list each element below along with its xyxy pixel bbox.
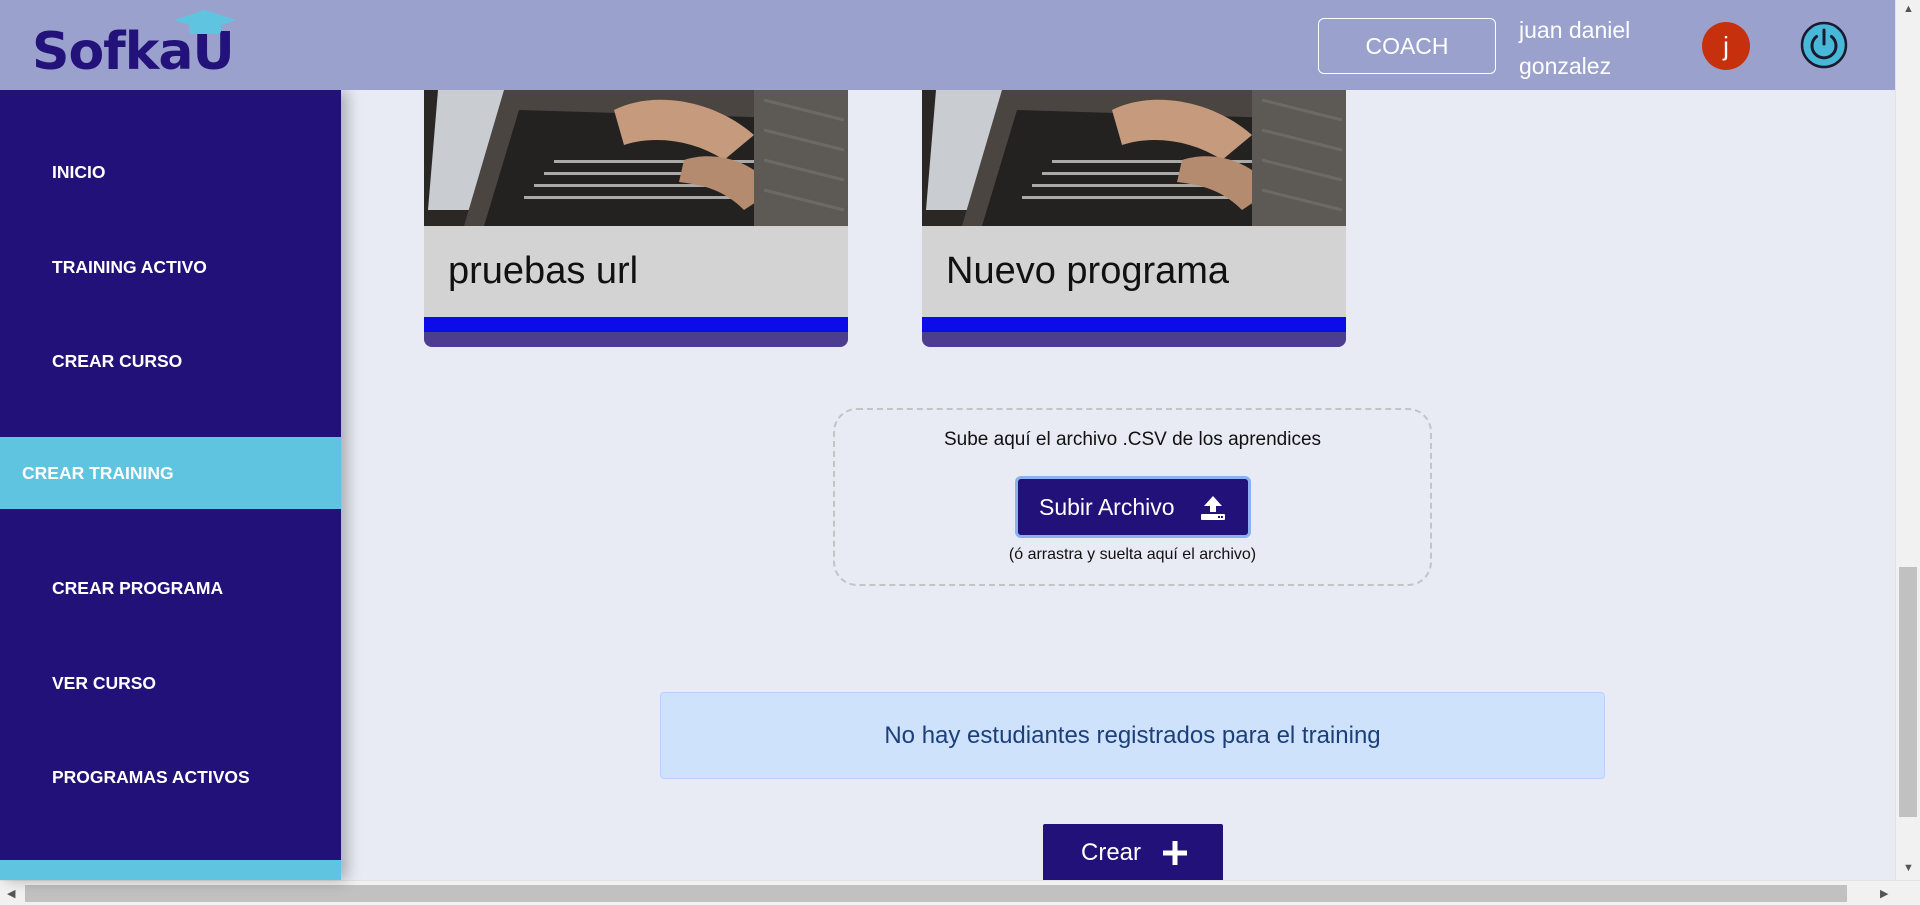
- sidebar-nav: INICIO TRAINING ACTIVO CREAR CURSO CREAR…: [0, 90, 341, 880]
- laptop-typing-image: [424, 90, 848, 226]
- upload-icon: [1201, 496, 1225, 520]
- top-header: SofkaU COACH juan daniel gonzalez j: [0, 0, 1895, 90]
- scroll-right-arrow-icon[interactable]: ▶: [1880, 887, 1888, 900]
- card-footer: [424, 332, 848, 347]
- create-button[interactable]: Crear: [1043, 824, 1223, 882]
- upload-file-button[interactable]: Subir Archivo: [1015, 476, 1251, 538]
- sidebar-item-crear-programa[interactable]: CREAR PROGRAMA: [0, 570, 341, 606]
- card-footer: [922, 332, 1346, 347]
- card-title: pruebas url: [448, 250, 639, 292]
- sidebar-item-inicio[interactable]: INICIO: [0, 154, 341, 190]
- card-title: Nuevo programa: [946, 250, 1230, 292]
- plus-icon: [1163, 841, 1187, 865]
- user-name: juan daniel gonzalez: [1519, 17, 1631, 79]
- sofkau-logo[interactable]: SofkaU: [32, 8, 242, 82]
- horizontal-scrollbar[interactable]: ◀ ▶: [0, 880, 1920, 905]
- scroll-down-arrow-icon[interactable]: ▼: [1903, 862, 1914, 874]
- vertical-scrollbar[interactable]: ▲ ▼: [1895, 0, 1920, 880]
- card-accent-bar: [922, 317, 1346, 332]
- sidebar-item-crear-training[interactable]: CREAR TRAINING: [0, 437, 341, 509]
- scroll-up-arrow-icon[interactable]: ▲: [1903, 3, 1914, 15]
- scroll-left-arrow-icon[interactable]: ◀: [7, 887, 15, 900]
- sidebar-item-crear-curso[interactable]: CREAR CURSO: [0, 343, 341, 379]
- sidebar-item-label: PROGRAMAS ACTIVOS: [52, 766, 250, 787]
- sidebar-item-training-activo[interactable]: TRAINING ACTIVO: [0, 249, 341, 285]
- card-accent-bar: [424, 317, 848, 332]
- coach-role-button[interactable]: COACH: [1318, 18, 1496, 74]
- sidebar-item-ver-curso[interactable]: VER CURSO: [0, 665, 341, 701]
- sidebar-item-label: VER CURSO: [52, 672, 157, 693]
- graduation-cap-icon: [174, 10, 236, 34]
- sidebar-next-item-edge: [0, 860, 341, 880]
- program-card[interactable]: pruebas url: [424, 90, 848, 347]
- program-card[interactable]: Nuevo programa: [922, 90, 1346, 347]
- upload-button-label: Subir Archivo: [1039, 493, 1175, 520]
- dropzone-title: Sube aquí el archivo .CSV de los aprendi…: [943, 429, 1322, 450]
- vertical-scroll-thumb[interactable]: [1899, 567, 1917, 817]
- sidebar-item-label: CREAR CURSO: [52, 350, 183, 371]
- horizontal-scroll-thumb[interactable]: [25, 885, 1847, 902]
- sidebar-item-label: CREAR PROGRAMA: [52, 577, 224, 598]
- csv-dropzone[interactable]: Sube aquí el archivo .CSV de los aprendi…: [833, 408, 1432, 586]
- sidebar-item-label: INICIO: [52, 161, 106, 182]
- sidebar-item-programas-activos[interactable]: PROGRAMAS ACTIVOS: [0, 759, 341, 795]
- laptop-typing-image: [922, 90, 1346, 226]
- power-icon[interactable]: [1800, 21, 1848, 69]
- sidebar-item-label: CREAR TRAINING: [22, 462, 174, 483]
- create-button-label: Crear: [1081, 839, 1142, 866]
- user-avatar[interactable]: j: [1702, 22, 1750, 70]
- dropzone-hint: (ó arrastra y suelta aquí el archivo): [1008, 546, 1257, 563]
- no-students-alert: No hay estudiantes registrados para el t…: [660, 692, 1605, 779]
- sidebar-item-label: TRAINING ACTIVO: [52, 256, 207, 277]
